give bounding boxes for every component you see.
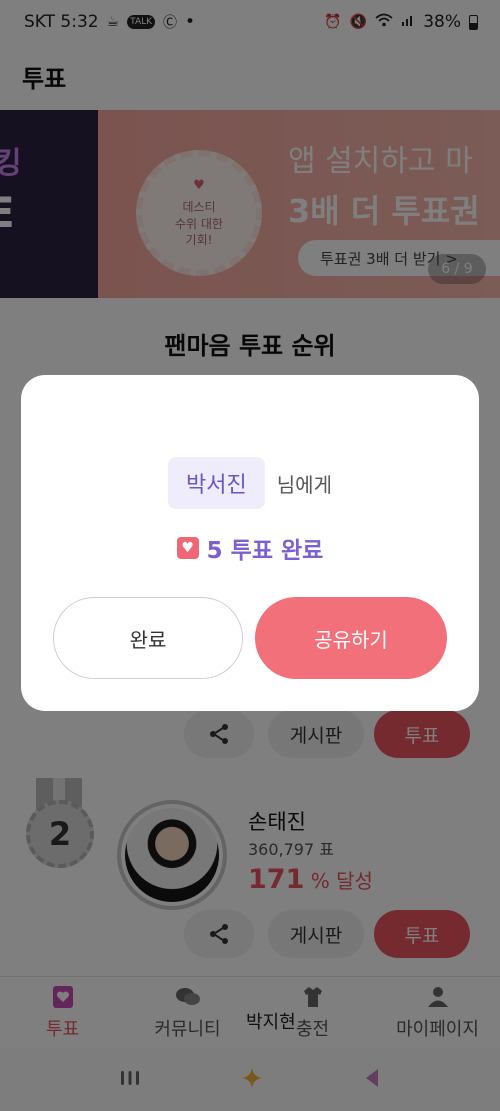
done-button[interactable]: 완료: [53, 597, 243, 679]
vote-result: ♥ 5 투표 완료: [21, 531, 479, 565]
vote-complete-dialog: 박서진 님에게 ♥ 5 투표 완료 완료 공유하기: [21, 375, 479, 711]
recipient-name: 박서진: [168, 457, 265, 509]
share-dialog-button[interactable]: 공유하기: [255, 597, 447, 679]
vote-result-text: 5 투표 완료: [206, 538, 324, 564]
recipient-suffix: 님에게: [276, 472, 332, 497]
recipient-row: 박서진 님에게: [21, 457, 479, 509]
heart-icon: ♥: [176, 537, 199, 559]
